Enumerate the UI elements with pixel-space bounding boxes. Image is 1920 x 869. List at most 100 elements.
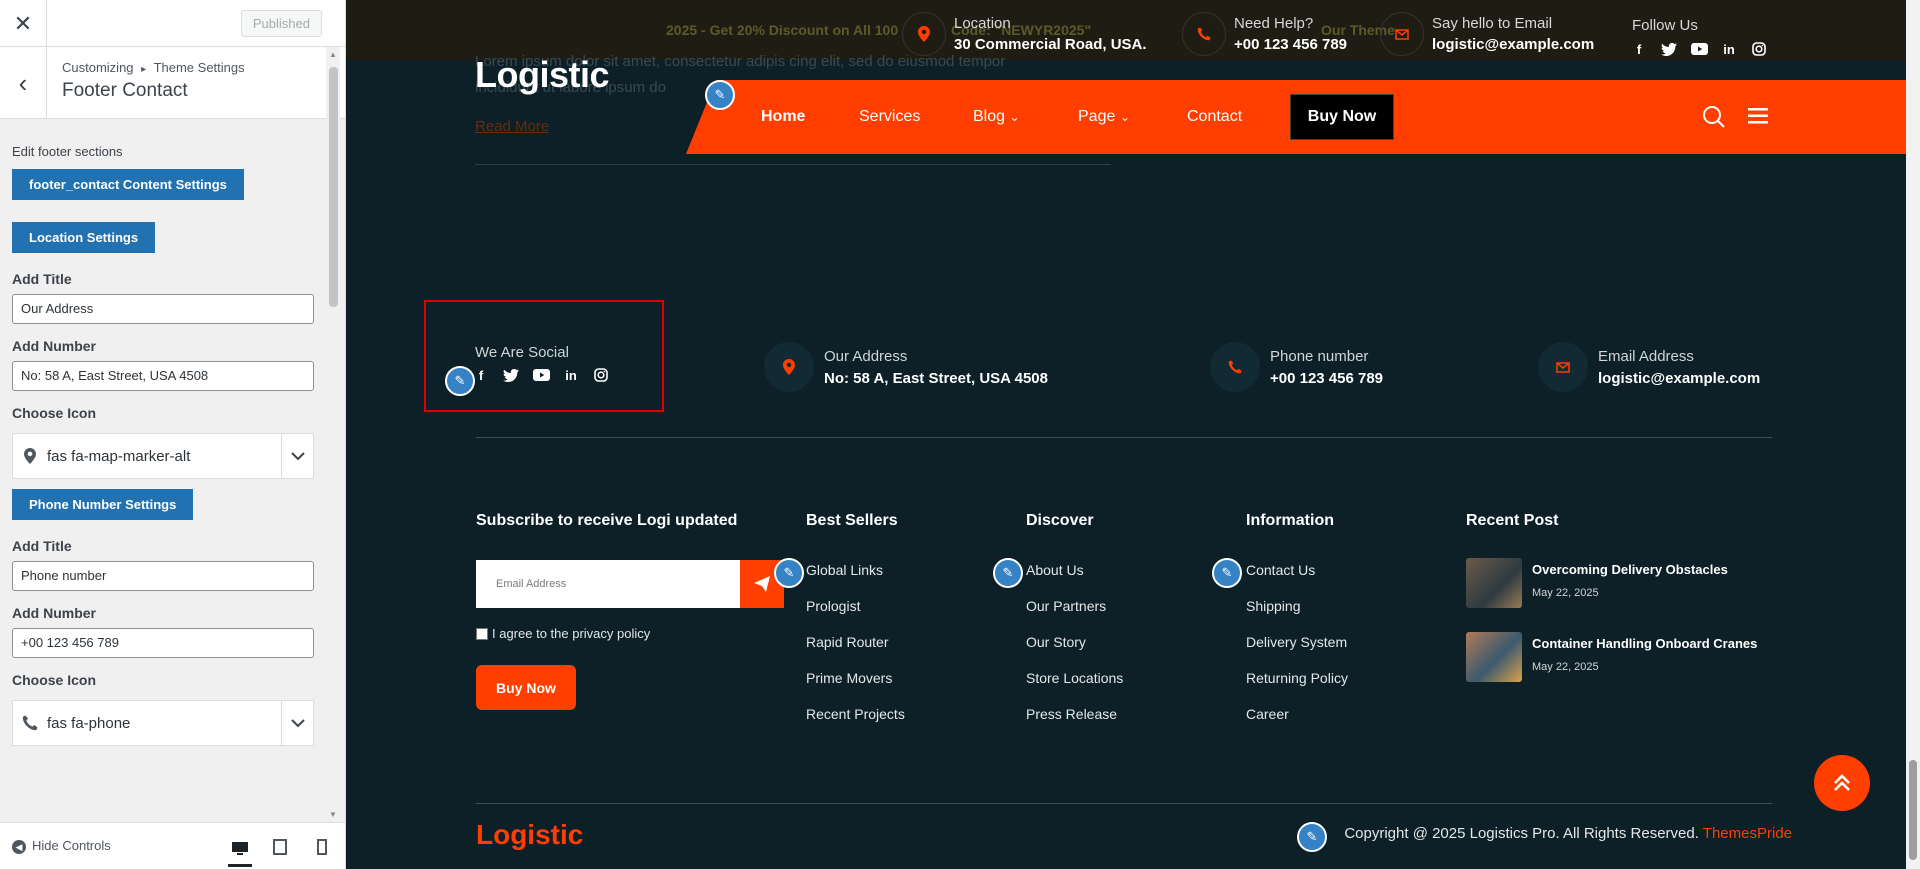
footer-link[interactable]: Our Partners: [1026, 598, 1106, 614]
topbar-email-title: Say hello to Email: [1432, 15, 1553, 32]
nav-buy-now-button[interactable]: Buy Now: [1290, 94, 1394, 140]
post-title[interactable]: Overcoming Delivery Obstacles: [1532, 562, 1728, 577]
location-title-label: Add Title: [12, 271, 72, 287]
instagram-icon[interactable]: [1750, 40, 1768, 58]
themespride-link[interactable]: ThemesPride: [1703, 825, 1792, 842]
nav-item-contact[interactable]: Contact: [1187, 108, 1242, 126]
published-button[interactable]: Published: [240, 10, 322, 37]
footer-buy-now-button[interactable]: Buy Now: [476, 665, 576, 710]
facebook-icon[interactable]: f: [1630, 40, 1648, 58]
pencil-icon[interactable]: ✎: [774, 558, 804, 588]
location-icon-label: Choose Icon: [12, 405, 97, 421]
close-icon[interactable]: ✕: [0, 0, 47, 47]
hide-controls-label: Hide Controls: [32, 838, 111, 853]
email-value[interactable]: logistic@example.com: [1598, 370, 1760, 387]
chevron-down-icon[interactable]: [281, 434, 313, 478]
footer-link[interactable]: Our Story: [1026, 634, 1086, 650]
ghost-promo-a: 2025 - Get 20% Discount on All 100: [666, 22, 899, 38]
twitter-icon[interactable]: [502, 366, 520, 384]
youtube-icon[interactable]: [532, 366, 550, 384]
map-marker-icon: [13, 448, 47, 464]
privacy-agree[interactable]: I agree to the privacy policy: [476, 626, 650, 641]
pencil-icon[interactable]: ✎: [445, 366, 475, 396]
privacy-agree-label: I agree to the privacy policy: [492, 626, 651, 641]
preview-scrollbar[interactable]: [1906, 0, 1920, 869]
phone-icon-label: Choose Icon: [12, 672, 97, 688]
sidebar-scrollbar[interactable]: ▲ ▼: [326, 47, 340, 822]
footer-link[interactable]: Career: [1246, 706, 1289, 722]
footer-link[interactable]: Global Links: [806, 562, 883, 578]
content-settings-button[interactable]: footer_contact Content Settings: [12, 169, 244, 200]
back-to-top-icon[interactable]: [1814, 755, 1870, 811]
nav-item-services[interactable]: Services: [859, 108, 920, 126]
topbar-email-value[interactable]: logistic@example.com: [1432, 36, 1594, 53]
footer-bottom-divider: [476, 803, 1772, 804]
location-title-input[interactable]: Our Address: [12, 294, 314, 324]
hamburger-menu-icon[interactable]: [1748, 107, 1768, 130]
recent-post-item[interactable]: Overcoming Delivery Obstacles May 22, 20…: [1466, 558, 1728, 608]
sidebar-scroll-thumb[interactable]: [329, 67, 338, 307]
pencil-icon[interactable]: ✎: [705, 80, 735, 110]
tablet-preview-icon[interactable]: [268, 837, 292, 857]
back-arrow-icon[interactable]: ‹: [0, 47, 47, 119]
linkedin-icon[interactable]: in: [562, 366, 580, 384]
nav-item-blog[interactable]: Blog ⌄: [973, 108, 1020, 126]
search-icon[interactable]: [1702, 105, 1726, 134]
ghost-promo-text: 2025 - Get 20% Discount on All 100: [666, 22, 898, 38]
location-number-label: Add Number: [12, 338, 96, 354]
footer-link[interactable]: Recent Projects: [806, 706, 905, 722]
linkedin-icon[interactable]: in: [1720, 40, 1738, 58]
twitter-icon[interactable]: [1660, 40, 1678, 58]
nav-item-page[interactable]: Page ⌄: [1078, 108, 1130, 126]
scroll-up-arrow-icon[interactable]: ▲: [329, 50, 337, 59]
desktop-preview-icon[interactable]: [228, 833, 252, 867]
subscribe-email-input[interactable]: Email Address: [476, 560, 742, 608]
ghost-divider: [475, 164, 1111, 165]
post-thumbnail[interactable]: [1466, 632, 1522, 682]
location-number-input[interactable]: No: 58 A, East Street, USA 4508: [12, 361, 314, 391]
customizer-header: ✕ Published: [0, 0, 345, 47]
site-logo[interactable]: Logistic: [475, 54, 610, 96]
footer-link[interactable]: Press Release: [1026, 706, 1117, 722]
phone-title-input[interactable]: Phone number: [12, 561, 314, 591]
scroll-down-arrow-icon[interactable]: ▼: [329, 810, 337, 819]
pencil-icon[interactable]: ✎: [1297, 822, 1327, 852]
footer-link[interactable]: Returning Policy: [1246, 670, 1348, 686]
mobile-preview-icon[interactable]: [310, 837, 334, 857]
collapse-icon: ◀: [12, 840, 26, 854]
facebook-icon[interactable]: f: [472, 366, 490, 384]
footer-link[interactable]: Prime Movers: [806, 670, 892, 686]
footer-link[interactable]: Rapid Router: [806, 634, 889, 650]
location-icon-select[interactable]: fas fa-map-marker-alt: [12, 433, 314, 479]
topbar-help-title: Need Help?: [1234, 15, 1314, 32]
post-thumbnail[interactable]: [1466, 558, 1522, 608]
footer-logo[interactable]: Logistic: [476, 819, 583, 851]
envelope-icon: [1538, 342, 1588, 392]
pencil-icon[interactable]: ✎: [1212, 558, 1242, 588]
footer-link[interactable]: Shipping: [1246, 598, 1301, 614]
contact-address: Our Address No: 58 A, East Street, USA 4…: [764, 342, 1048, 392]
footer-link[interactable]: Store Locations: [1026, 670, 1123, 686]
topbar-email: Say hello to Email logistic@example.com: [1380, 12, 1594, 56]
nav-item-home[interactable]: Home: [761, 108, 805, 126]
chevron-down-icon[interactable]: [281, 701, 313, 745]
privacy-checkbox[interactable]: [476, 627, 488, 640]
phone-icon-select[interactable]: fas fa-phone: [12, 700, 314, 746]
post-title[interactable]: Container Handling Onboard Cranes: [1532, 636, 1757, 651]
location-settings-button[interactable]: Location Settings: [12, 222, 156, 253]
customizer-footer: ◀ Hide Controls: [0, 822, 345, 869]
hide-controls-button[interactable]: ◀ Hide Controls: [12, 838, 111, 854]
pencil-icon[interactable]: ✎: [993, 558, 1023, 588]
best-sellers-title: Best Sellers: [806, 512, 898, 529]
recent-post-item[interactable]: Container Handling Onboard Cranes May 22…: [1466, 632, 1757, 682]
footer-link[interactable]: Delivery System: [1246, 634, 1347, 650]
phone-settings-button[interactable]: Phone Number Settings: [12, 489, 194, 520]
youtube-icon[interactable]: [1690, 40, 1708, 58]
footer-link[interactable]: About Us: [1026, 562, 1084, 578]
phone-number-input[interactable]: +00 123 456 789: [12, 628, 314, 658]
section-divider: [346, 244, 1906, 245]
footer-link[interactable]: Contact Us: [1246, 562, 1315, 578]
preview-scroll-thumb[interactable]: [1909, 760, 1917, 860]
footer-link[interactable]: Prologist: [806, 598, 860, 614]
instagram-icon[interactable]: [592, 366, 610, 384]
